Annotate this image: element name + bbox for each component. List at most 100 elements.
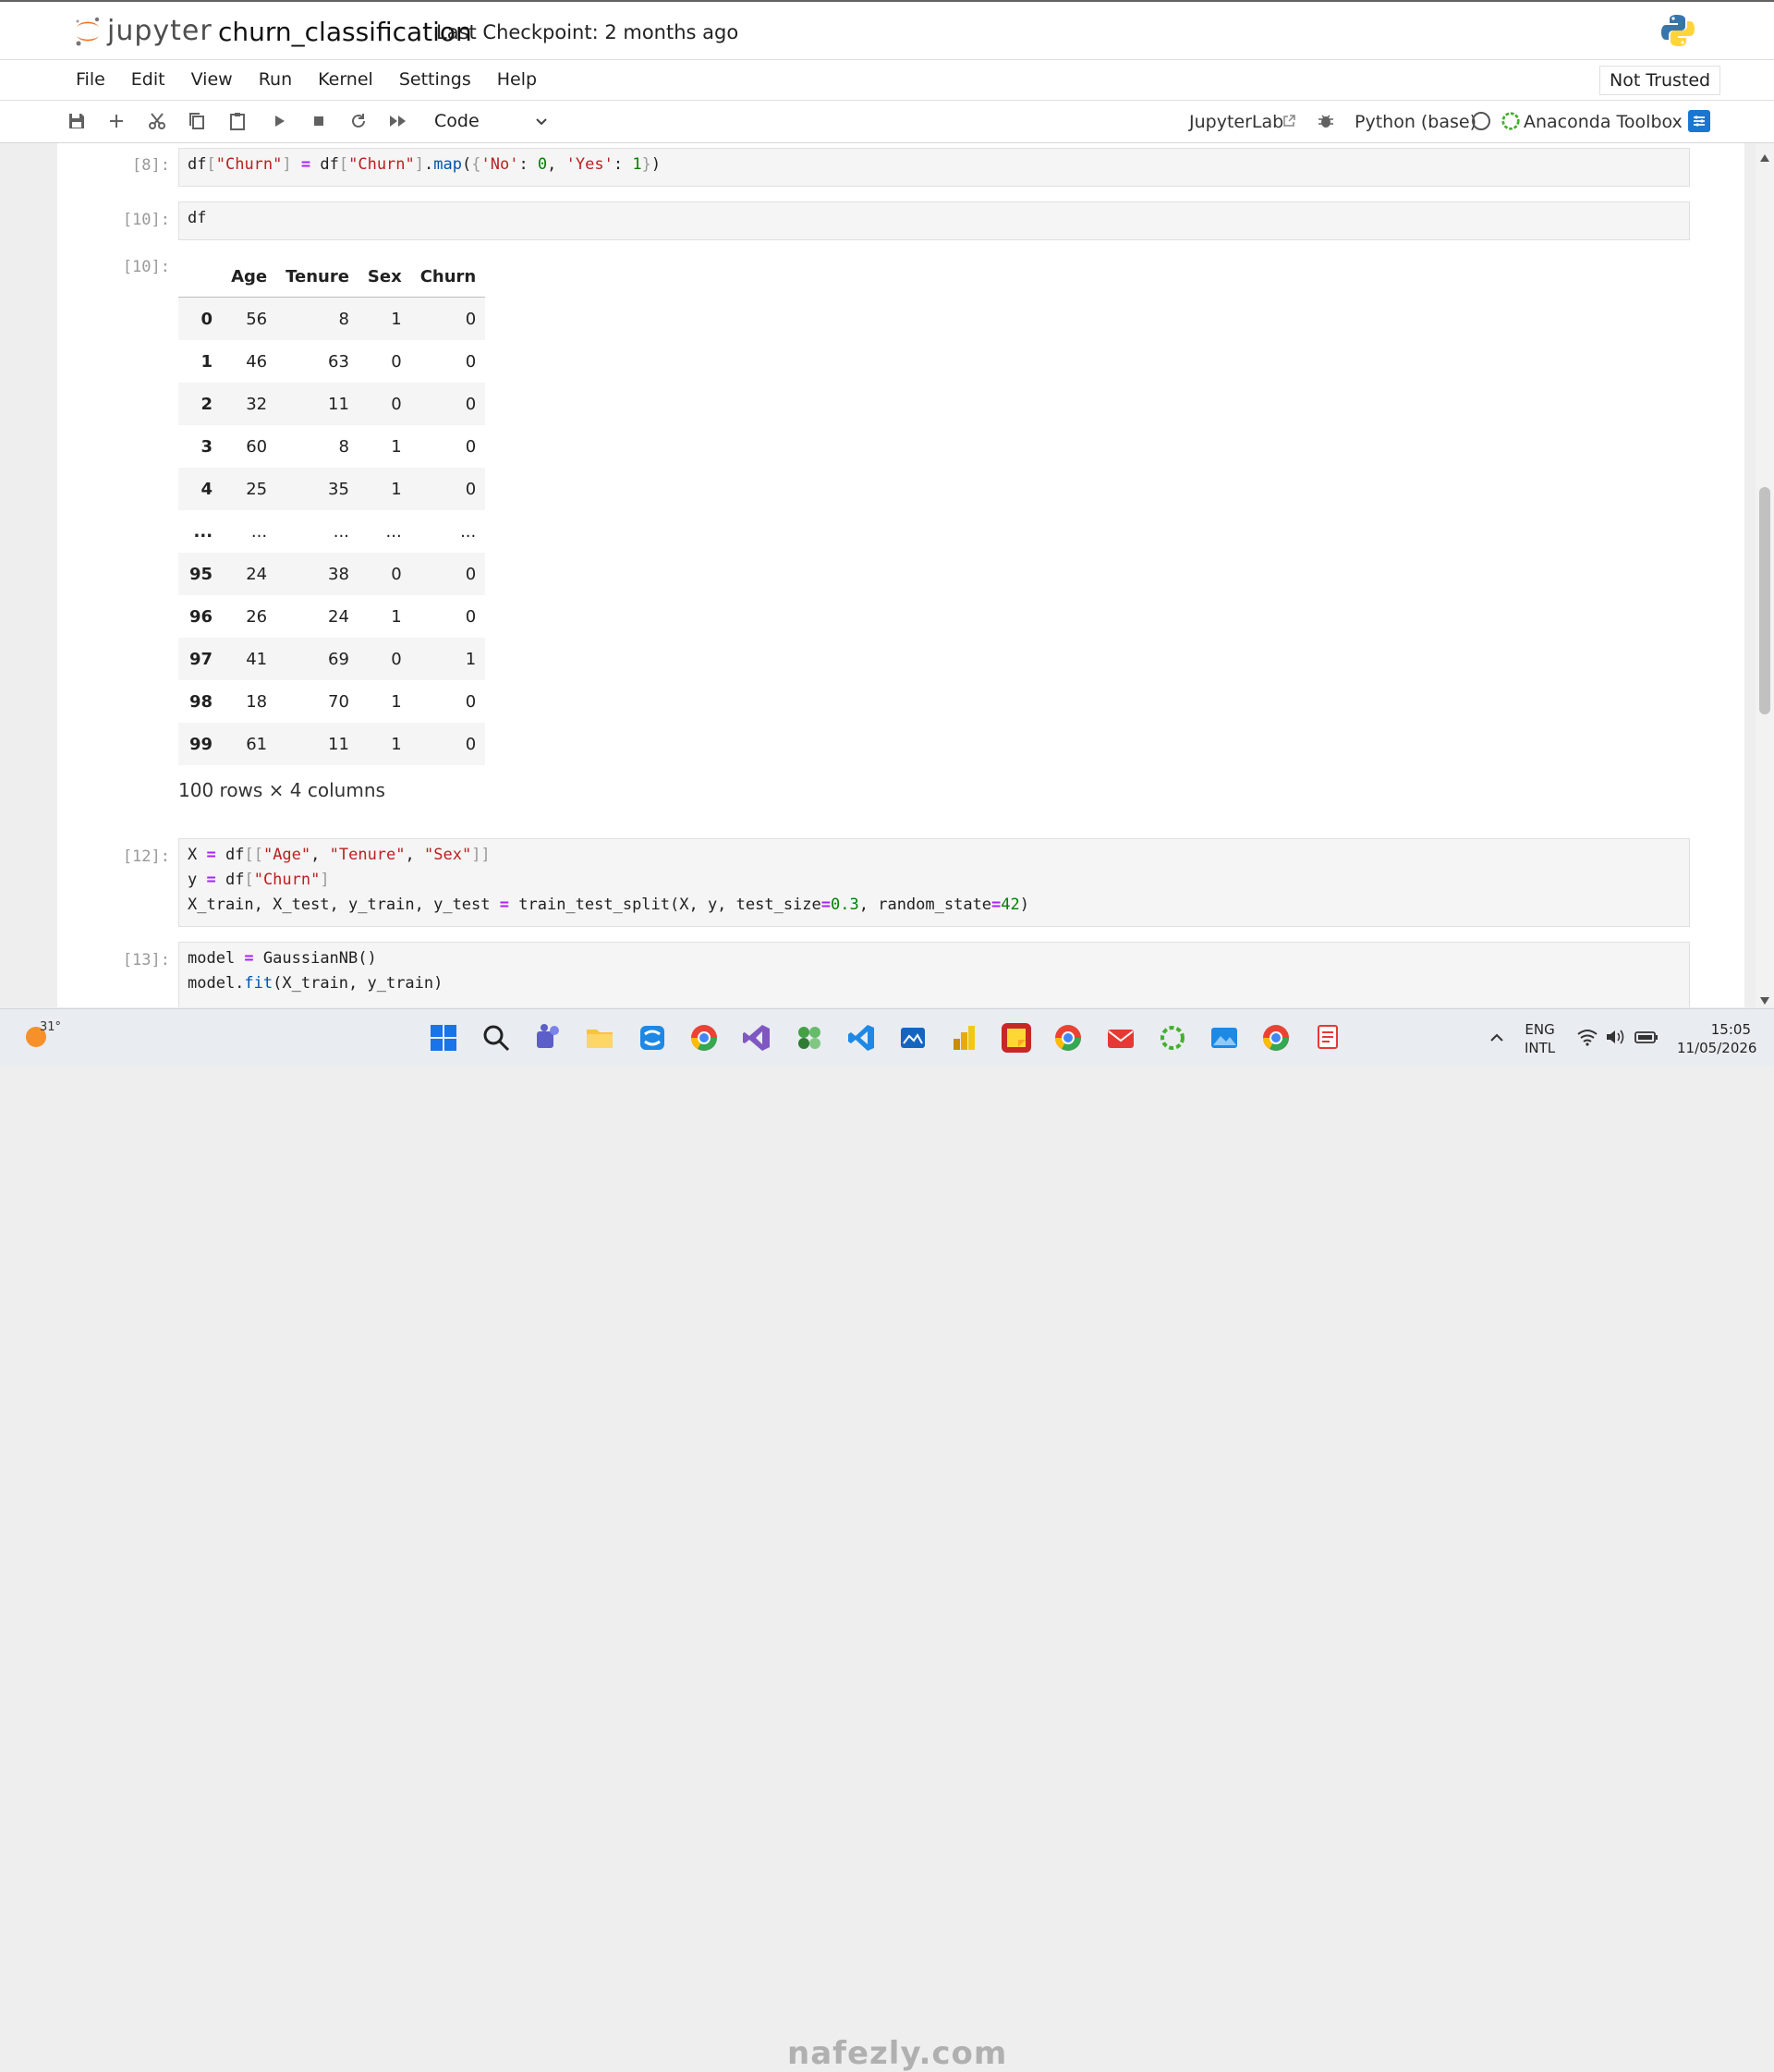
jupyter-logo[interactable]: jupyter xyxy=(74,15,213,47)
copy-icon[interactable] xyxy=(187,111,207,131)
scroll-down-arrow-icon[interactable] xyxy=(1759,992,1770,1009)
external-link-icon[interactable] xyxy=(1279,111,1299,131)
row-index: 97 xyxy=(189,649,213,669)
code-cell-editor[interactable]: model = GaussianNB() model.fit(X_train, … xyxy=(178,942,1690,1007)
table-header-row: Age Tenure Sex Churn xyxy=(178,256,486,298)
add-cell-icon[interactable] xyxy=(106,111,127,131)
chrome-icon[interactable] xyxy=(1261,1023,1291,1053)
anaconda-toolbox[interactable]: Anaconda Toolbox xyxy=(1524,112,1683,132)
table-cell: 0 xyxy=(465,564,477,584)
row-index: ... xyxy=(193,521,213,542)
python-logo-icon xyxy=(1660,13,1695,52)
menu-help[interactable]: Help xyxy=(497,69,537,90)
fast-forward-icon[interactable] xyxy=(388,111,408,131)
table-cell: 0 xyxy=(391,564,402,584)
table-cell: 0 xyxy=(391,394,402,414)
battery-icon[interactable] xyxy=(1634,1026,1659,1048)
app-icon[interactable] xyxy=(1209,1023,1239,1053)
menu-view[interactable]: View xyxy=(191,69,233,90)
notebook-title[interactable]: churn_classification xyxy=(218,17,472,47)
jupyterlab-link[interactable]: JupyterLab xyxy=(1189,112,1283,132)
table-cell: 24 xyxy=(246,564,268,584)
vscode-icon[interactable] xyxy=(846,1023,876,1053)
save-icon[interactable] xyxy=(67,111,87,131)
table-cell: 1 xyxy=(391,436,402,457)
code-cell-editor[interactable]: df xyxy=(178,201,1690,240)
row-index: 95 xyxy=(189,564,213,584)
table-cell: 41 xyxy=(246,649,268,669)
chevron-down-icon[interactable] xyxy=(534,114,549,132)
row-index: 96 xyxy=(189,606,213,627)
menu-settings[interactable]: Settings xyxy=(399,69,471,90)
table-cell: 70 xyxy=(328,691,349,712)
paste-icon[interactable] xyxy=(227,111,248,131)
app-icon[interactable] xyxy=(638,1023,667,1053)
table-cell: 0 xyxy=(465,436,477,457)
code-cell-editor[interactable]: df["Churn"] = df["Churn"].map({'No': 0, … xyxy=(178,148,1690,187)
menu-run[interactable]: Run xyxy=(259,69,292,90)
table-cell: 8 xyxy=(338,309,349,329)
chrome-icon[interactable] xyxy=(1053,1023,1083,1053)
input-prompt: [12]: xyxy=(122,847,170,866)
table-cell: 25 xyxy=(246,479,268,499)
input-prompt: [13]: xyxy=(122,951,170,969)
chevron-up-icon[interactable] xyxy=(1484,1025,1510,1051)
mail-icon[interactable] xyxy=(1106,1023,1136,1053)
teams-icon[interactable] xyxy=(533,1023,563,1053)
cell-type-select[interactable]: Code xyxy=(434,111,480,131)
table-cell: 69 xyxy=(328,649,349,669)
vertical-scrollbar[interactable] xyxy=(1756,143,1774,1007)
row-index: 2 xyxy=(200,394,213,414)
table-cell: ... xyxy=(250,521,268,542)
weather-widget[interactable]: 31° xyxy=(23,1020,61,1050)
menu-kernel[interactable]: Kernel xyxy=(318,69,373,90)
clock-time: 15:05 xyxy=(1710,1021,1751,1038)
volume-icon[interactable] xyxy=(1604,1026,1626,1048)
app-icon[interactable] xyxy=(898,1023,928,1053)
jupyter-icon xyxy=(76,17,100,45)
menu-file[interactable]: File xyxy=(76,69,105,90)
run-icon[interactable] xyxy=(269,111,289,131)
table-cell: 63 xyxy=(328,351,349,372)
clock[interactable]: 15:05 11/05/2026 xyxy=(1677,1020,1756,1057)
stop-icon[interactable] xyxy=(309,111,329,131)
chrome-icon[interactable] xyxy=(689,1023,719,1053)
table-row: 4 25 35 1 0 xyxy=(178,468,486,510)
table-cell: 0 xyxy=(465,394,477,414)
snipping-tool-icon[interactable] xyxy=(1314,1023,1343,1053)
sticky-notes-icon[interactable] xyxy=(1002,1023,1031,1053)
wifi-icon[interactable] xyxy=(1576,1026,1598,1048)
dataframe-shape: 100 rows × 4 columns xyxy=(178,779,385,801)
table-cell: 11 xyxy=(328,394,349,414)
dataframe-table: Age Tenure Sex Churn 0 56 8 1 0 1 46 63 0 0 2 32 11 0… xyxy=(178,256,486,765)
property-inspector-icon[interactable] xyxy=(1688,110,1710,132)
visual-studio-icon[interactable] xyxy=(742,1023,772,1053)
scroll-up-arrow-icon[interactable] xyxy=(1759,149,1770,166)
notebook-toolbar: Code JupyterLab Python (base) Anaconda T… xyxy=(0,101,1774,143)
menu-edit[interactable]: Edit xyxy=(131,69,165,90)
kernel-name[interactable]: Python (base) xyxy=(1355,112,1476,132)
column-header: Age xyxy=(222,256,277,298)
scrollbar-thumb[interactable] xyxy=(1759,487,1770,714)
table-cell: 56 xyxy=(246,309,268,329)
not-trusted-button[interactable]: Not Trusted xyxy=(1599,66,1721,95)
column-header: Churn xyxy=(410,256,486,298)
cut-icon[interactable] xyxy=(147,111,167,131)
restart-icon[interactable] xyxy=(348,111,369,131)
debugger-bug-icon[interactable] xyxy=(1316,111,1336,131)
row-index: 98 xyxy=(189,691,213,712)
table-cell: 0 xyxy=(391,351,402,372)
app-icon[interactable] xyxy=(795,1023,824,1053)
power-bi-icon[interactable] xyxy=(950,1023,979,1053)
anaconda-icon[interactable] xyxy=(1158,1023,1187,1053)
table-cell: ... xyxy=(385,521,402,542)
start-windows-icon[interactable] xyxy=(429,1023,458,1053)
code-cell-editor[interactable]: X = df[["Age", "Tenure", "Sex"]] y = df[… xyxy=(178,838,1690,927)
column-header: Sex xyxy=(358,256,411,298)
keyboard-layout: INTL xyxy=(1525,1040,1556,1056)
table-cell: 26 xyxy=(246,606,268,627)
file-explorer-icon[interactable] xyxy=(585,1023,614,1053)
search-icon[interactable] xyxy=(481,1023,511,1053)
kernel-status-idle-icon xyxy=(1471,111,1491,131)
language-indicator[interactable]: ENG INTL xyxy=(1525,1020,1555,1057)
